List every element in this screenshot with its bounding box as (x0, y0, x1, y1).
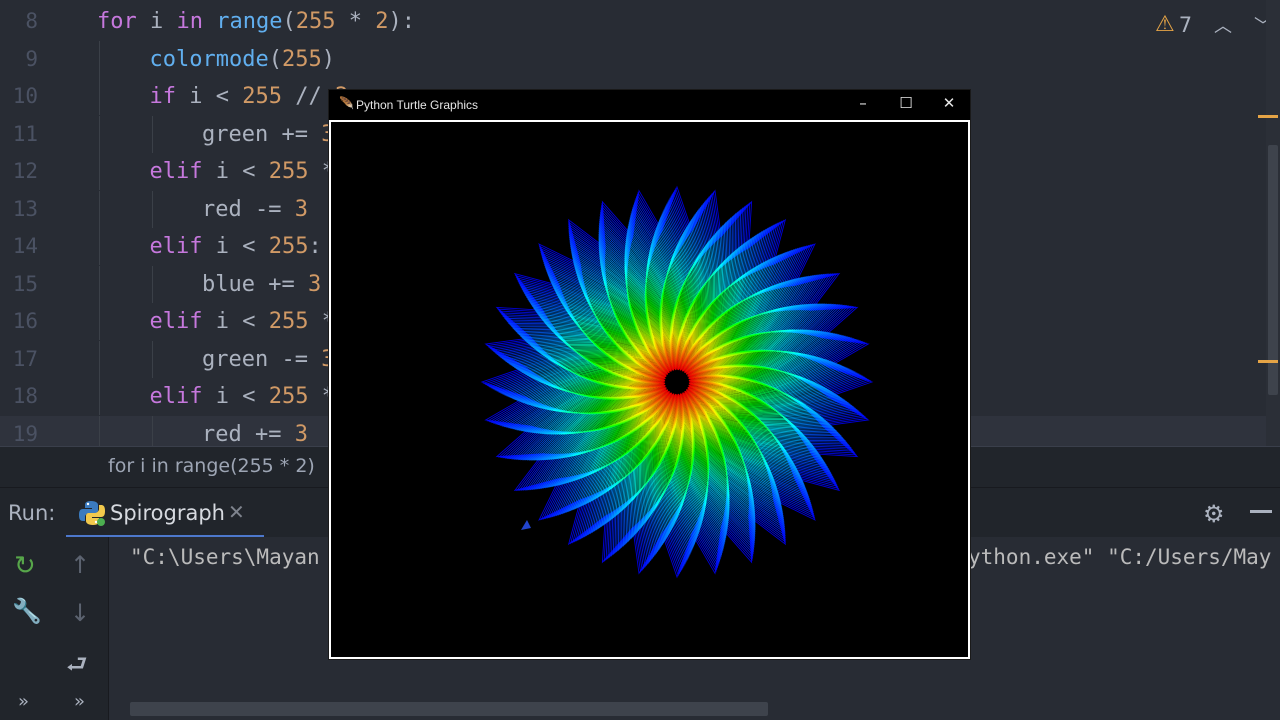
line-number: 9 (25, 46, 38, 71)
code-text: elif i < 255 * (149, 309, 335, 334)
code-text: red -= 3 (202, 196, 308, 222)
close-icon[interactable]: ✕ (929, 94, 969, 112)
minimize-icon[interactable] (1250, 510, 1272, 513)
line-number: 19 (12, 421, 38, 446)
vertical-scrollbar[interactable] (1266, 0, 1280, 446)
wrench-icon[interactable]: 🔧 (12, 597, 42, 625)
close-icon[interactable]: ✕ (228, 500, 245, 524)
more-icon[interactable]: » (18, 691, 29, 712)
window-title: Python Turtle Graphics (356, 98, 479, 112)
line-number: 15 (12, 271, 38, 296)
line-number: 8 (25, 9, 38, 33)
warnings-indicator[interactable]: ⚠ 7 (1155, 12, 1192, 37)
turtle-canvas[interactable] (331, 122, 968, 657)
indent-guide (151, 415, 153, 446)
code-text: elif i < 255 * (149, 384, 335, 409)
more-icon[interactable]: » (74, 691, 85, 712)
indent-guide (151, 265, 153, 303)
indent-guide (99, 265, 100, 303)
maximize-icon[interactable]: ☐ (886, 94, 926, 112)
code-text: green += 3 (202, 121, 334, 147)
code-text: elif i < 255 * (149, 159, 335, 184)
indent-guide (99, 153, 100, 190)
code-text: elif i < 255: (149, 234, 322, 259)
spirograph-drawing (480, 185, 874, 579)
line-number: 13 (12, 196, 38, 221)
indent-guide (99, 228, 100, 265)
code-text: if i < 255 // 2 (149, 84, 349, 109)
code-text: blue += 3 (202, 271, 322, 297)
indent-guide (151, 190, 153, 228)
code-text: for i in range(255 * 2): (97, 9, 415, 34)
python-icon (79, 501, 105, 526)
indent-guide (99, 190, 100, 228)
code-text: colormode(255) (149, 46, 335, 72)
line-number: 12 (12, 159, 38, 183)
line-number: 16 (12, 309, 38, 333)
scrollbar-thumb[interactable] (1268, 145, 1278, 395)
indent-guide (99, 378, 100, 415)
arrow-down-icon[interactable]: ↓ (70, 599, 90, 627)
code-text: green -= 3 (202, 346, 334, 372)
tab-label: Spirograph (110, 501, 225, 525)
warning-marker[interactable] (1258, 360, 1278, 363)
code-line[interactable]: 8 for i in range(255 * 2): (0, 3, 1280, 40)
indent-guide (99, 303, 100, 340)
soft-wrap-icon[interactable]: ⮐ (66, 647, 88, 688)
indent-guide (99, 340, 100, 378)
turtle-cursor (521, 520, 531, 530)
run-label: Run: (8, 501, 56, 525)
horizontal-scrollbar[interactable] (130, 702, 768, 716)
turtle-graphics-window[interactable]: 🪶 Python Turtle Graphics – ☐ ✕ (328, 89, 971, 660)
warning-count: 7 (1178, 12, 1193, 37)
warning-triangle-icon: ⚠ (1155, 12, 1175, 37)
line-number: 17 (12, 346, 38, 371)
breadcrumb-text[interactable]: for i in range(255 * 2) (108, 455, 315, 477)
code-text: red += 3 (202, 421, 308, 447)
window-titlebar[interactable]: 🪶 Python Turtle Graphics – ☐ ✕ (329, 90, 970, 120)
feather-icon: 🪶 (339, 96, 354, 110)
rerun-icon[interactable]: ↻ (14, 551, 36, 581)
line-number: 11 (12, 121, 38, 146)
console-toolbar: ↻ ↑ 🔧 ↓ ⮐ » » (0, 537, 109, 720)
minimize-icon[interactable]: – (843, 94, 883, 112)
tab-spirograph[interactable]: Spirograph ✕ (66, 488, 264, 538)
indent-guide (99, 78, 100, 115)
line-number: 18 (12, 384, 38, 408)
console-output-continued: ython.exe" "C:/Users/May (968, 545, 1272, 569)
indent-guide (99, 115, 100, 153)
chevron-up-icon[interactable]: ︿ (1214, 12, 1232, 38)
indent-guide (151, 340, 153, 378)
warning-marker[interactable] (1258, 115, 1278, 118)
code-line[interactable]: 9 colormode(255) (0, 40, 1280, 78)
spiro-center (665, 370, 689, 394)
gear-icon[interactable]: ⚙ (1203, 500, 1225, 528)
indent-guide (151, 115, 153, 153)
indent-guide (99, 415, 100, 446)
arrow-up-icon[interactable]: ↑ (70, 551, 90, 579)
indent-guide (99, 40, 100, 78)
line-number: 14 (12, 234, 38, 258)
console-output: "C:\Users\Mayan (130, 545, 320, 569)
line-number: 10 (12, 84, 38, 108)
